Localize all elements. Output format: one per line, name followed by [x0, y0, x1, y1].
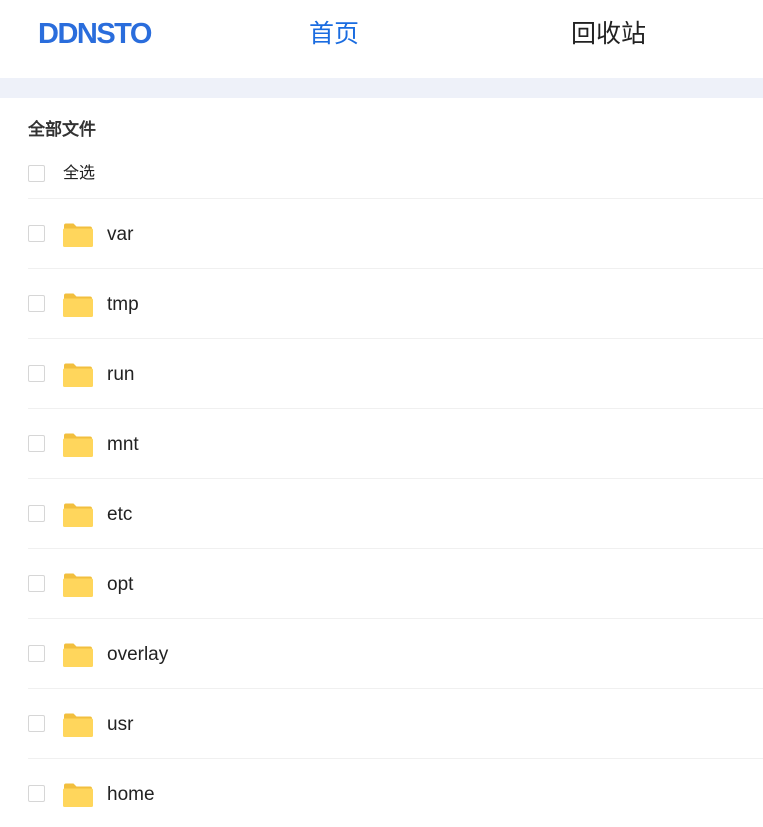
file-checkbox[interactable] — [28, 435, 45, 452]
file-name: overlay — [107, 644, 169, 665]
top-nav-bar: DDNSTO 首页 回收站 — [0, 0, 763, 78]
file-row-home[interactable]: home — [28, 758, 763, 827]
folder-icon — [63, 643, 93, 667]
nav-tab-recycle-bin[interactable]: 回收站 — [571, 17, 646, 51]
file-name: home — [107, 784, 155, 805]
select-all-checkbox[interactable] — [28, 164, 45, 182]
file-checkbox[interactable] — [28, 295, 45, 312]
file-row-etc[interactable]: etc — [28, 478, 763, 548]
file-row-tmp[interactable]: tmp — [28, 268, 763, 338]
file-name: usr — [107, 714, 134, 735]
file-list: var tmp run mnt etc opt overlay usr home — [28, 198, 763, 827]
file-checkbox[interactable] — [28, 505, 45, 522]
folder-icon — [63, 783, 93, 807]
file-checkbox[interactable] — [28, 575, 45, 592]
file-row-overlay[interactable]: overlay — [28, 618, 763, 688]
folder-icon — [63, 293, 93, 317]
header-divider — [0, 78, 763, 98]
ddnsto-logo[interactable]: DDNSTO — [38, 16, 152, 52]
file-row-run[interactable]: run — [28, 338, 763, 408]
folder-icon — [63, 573, 93, 597]
file-row-opt[interactable]: opt — [28, 548, 763, 618]
file-name: var — [107, 224, 134, 245]
file-name: tmp — [107, 294, 139, 315]
file-row-usr[interactable]: usr — [28, 688, 763, 758]
file-name: etc — [107, 504, 133, 525]
folder-icon — [63, 503, 93, 527]
file-checkbox[interactable] — [28, 225, 45, 242]
file-checkbox[interactable] — [28, 365, 45, 382]
folder-icon — [63, 713, 93, 737]
file-name: mnt — [107, 434, 139, 455]
file-name: opt — [107, 574, 134, 595]
folder-icon — [63, 433, 93, 457]
select-all-label: 全选 — [63, 163, 96, 182]
nav-tab-home[interactable]: 首页 — [309, 17, 359, 51]
file-checkbox[interactable] — [28, 785, 45, 802]
section-title: 全部文件 — [28, 120, 96, 140]
folder-icon — [63, 363, 93, 387]
folder-icon — [63, 223, 93, 247]
file-name: run — [107, 364, 135, 385]
file-checkbox[interactable] — [28, 645, 45, 662]
file-row-mnt[interactable]: mnt — [28, 408, 763, 478]
file-checkbox[interactable] — [28, 715, 45, 732]
file-row-var[interactable]: var — [28, 198, 763, 268]
select-all-control[interactable]: 全选 — [28, 162, 95, 184]
